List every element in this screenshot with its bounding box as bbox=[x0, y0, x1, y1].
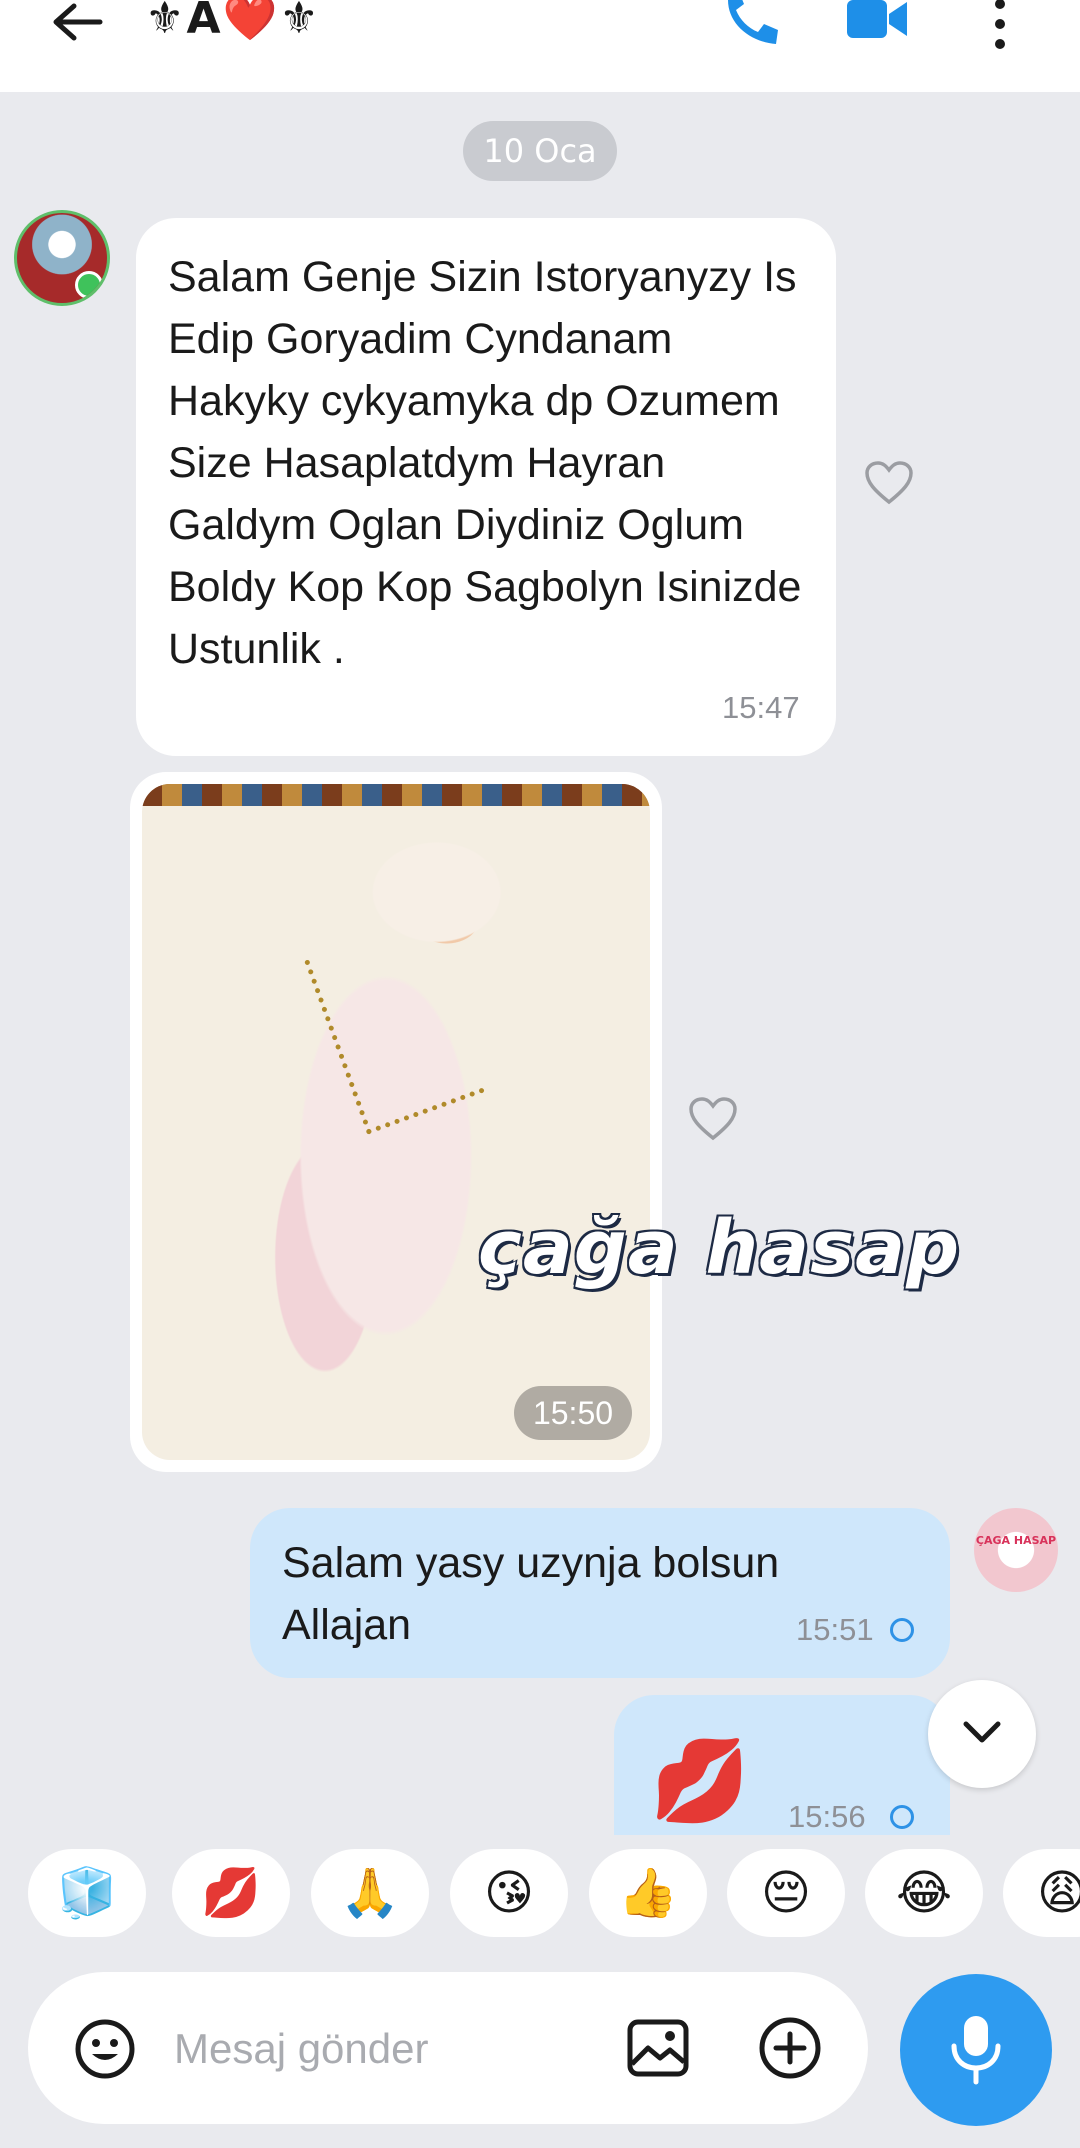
attach-button[interactable] bbox=[758, 2016, 822, 2080]
incoming-photo-bubble[interactable]: 15:50 bbox=[130, 772, 662, 1472]
more-vertical-icon bbox=[995, 0, 1005, 49]
date-separator: 10 Oca bbox=[463, 121, 617, 181]
microphone-icon bbox=[951, 2016, 1001, 2085]
more-options-button[interactable] bbox=[988, 0, 1012, 60]
baby-photo[interactable] bbox=[142, 784, 650, 1460]
scroll-to-bottom-button[interactable] bbox=[928, 1680, 1036, 1788]
video-call-button[interactable] bbox=[845, 0, 915, 64]
watermark-text: çağa hasap bbox=[478, 1205, 961, 1291]
photo-rug bbox=[142, 784, 650, 806]
image-icon bbox=[627, 2019, 689, 2077]
smiley-icon bbox=[75, 2019, 135, 2079]
heart-icon bbox=[689, 1097, 737, 1141]
arrow-left-icon bbox=[53, 3, 103, 41]
kiss-emoji: 💋 bbox=[650, 1734, 750, 1827]
message-time: 15:56 bbox=[788, 1799, 866, 1834]
message-text: Salam yasy uzynja bolsun Allajan bbox=[282, 1539, 780, 1649]
reaction-blow-kiss[interactable]: 😘 bbox=[450, 1849, 568, 1937]
video-camera-icon bbox=[847, 0, 907, 38]
reaction-weary[interactable]: 😩 bbox=[1003, 1849, 1080, 1937]
photo-time: 15:50 bbox=[514, 1386, 632, 1440]
reaction-kiss[interactable]: 💋 bbox=[172, 1849, 290, 1937]
sent-status-icon bbox=[890, 1805, 914, 1829]
reaction-joy[interactable]: 😂 bbox=[865, 1849, 983, 1937]
chat-title[interactable]: ⚜A❤️⚜ bbox=[145, 0, 321, 44]
gallery-button[interactable] bbox=[626, 2016, 690, 2080]
chat-header: ⚜A❤️⚜ bbox=[0, 0, 1080, 92]
outgoing-message-bubble[interactable]: Salam yasy uzynja bolsun Allajan 15:51 bbox=[250, 1508, 950, 1678]
like-button[interactable] bbox=[864, 460, 914, 506]
photo-like-button[interactable] bbox=[688, 1096, 738, 1142]
reaction-gem[interactable]: 🧊 bbox=[28, 1849, 146, 1937]
avatar-label: ÇAGA HASAP bbox=[975, 1534, 1057, 1547]
reaction-pensive[interactable]: 😔 bbox=[727, 1849, 845, 1937]
reaction-thumbs-up[interactable]: 👍 bbox=[589, 1849, 707, 1937]
voice-record-button[interactable] bbox=[900, 1974, 1052, 2126]
message-input[interactable] bbox=[172, 2012, 616, 2086]
call-button[interactable] bbox=[720, 0, 784, 64]
message-time: 15:47 bbox=[722, 690, 800, 725]
quick-reaction-bar: 🧊 💋 🙏 😘 👍 😔 😂 😩 bbox=[0, 1835, 1080, 1955]
photo-necklace bbox=[304, 918, 485, 1135]
message-composer bbox=[28, 1972, 868, 2124]
my-avatar[interactable]: ÇAGA HASAP bbox=[974, 1508, 1058, 1592]
sender-avatar[interactable] bbox=[14, 210, 110, 306]
incoming-message-bubble[interactable]: Salam Genje Sizin Istoryanyzy Is Edip Go… bbox=[136, 218, 836, 756]
emoji-button[interactable] bbox=[74, 2018, 136, 2080]
chevron-down-icon bbox=[963, 1721, 1001, 1743]
phone-icon bbox=[728, 0, 778, 44]
online-status-icon bbox=[75, 271, 103, 299]
outgoing-emoji-bubble[interactable]: 💋 15:56 bbox=[614, 1695, 950, 1835]
plus-circle-icon bbox=[759, 2017, 821, 2079]
sent-status-icon bbox=[890, 1618, 914, 1642]
message-time: 15:51 bbox=[796, 1612, 874, 1647]
message-text: Salam Genje Sizin Istoryanyzy Is Edip Go… bbox=[168, 253, 802, 673]
reaction-pray[interactable]: 🙏 bbox=[311, 1849, 429, 1937]
back-button[interactable] bbox=[48, 0, 108, 60]
heart-icon bbox=[865, 461, 913, 505]
